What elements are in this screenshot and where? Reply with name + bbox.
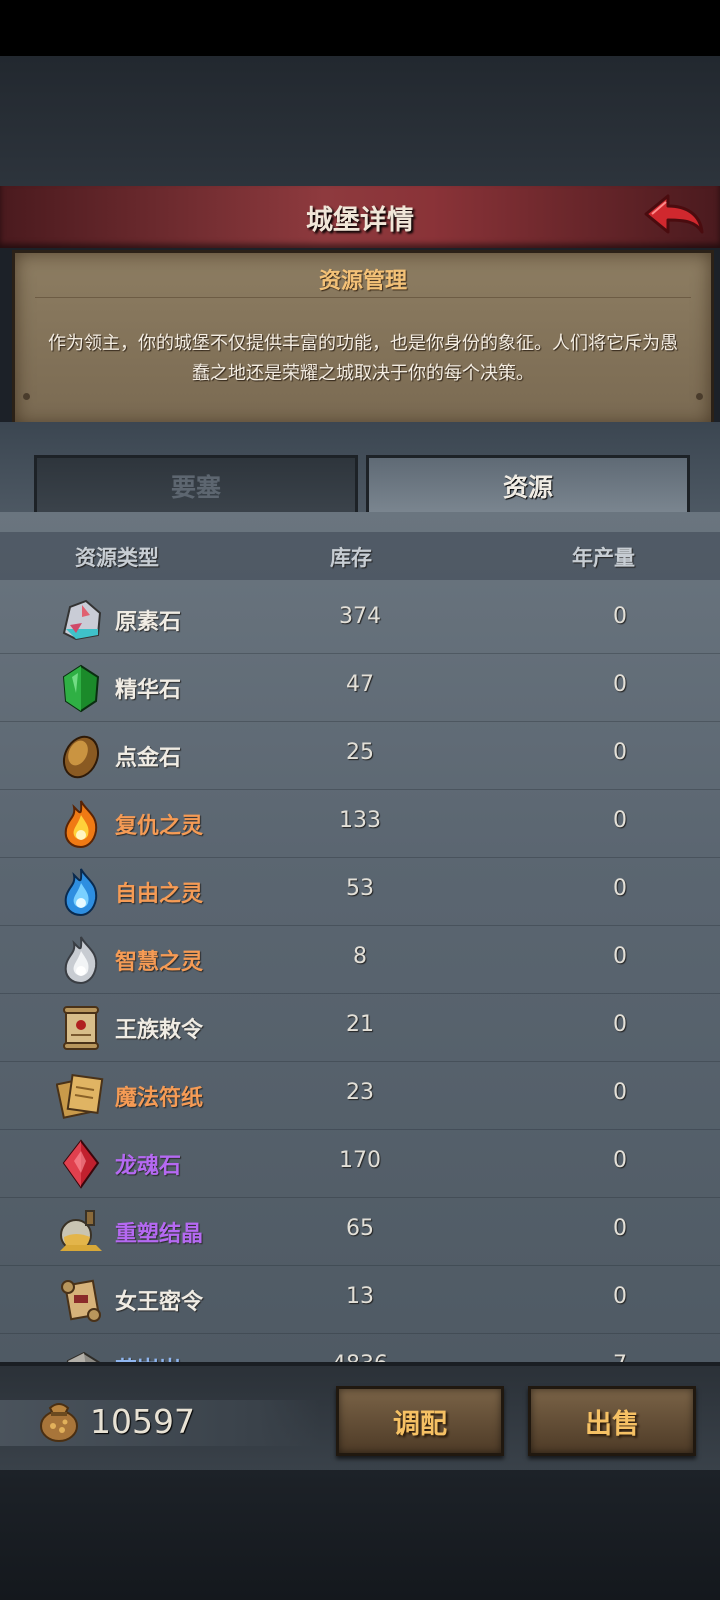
golden-egg-stone-icon (56, 731, 106, 781)
resource-stock: 53 (346, 876, 374, 901)
resource-stock: 13 (346, 1284, 374, 1309)
resource-name: 智慧之灵 (115, 950, 204, 975)
table-row[interactable]: 重塑结晶 65 0 (0, 1198, 720, 1266)
header-annual-production: 年产量 (572, 546, 635, 570)
info-panel: 资源管理 作为领主，你的城堡不仅提供丰富的功能，也是你身份的象征。人们将它斥为愚… (12, 250, 714, 428)
table-header: 资源类型 库存 年产量 (0, 532, 720, 580)
status-bar-area (0, 0, 720, 56)
resource-stock: 65 (346, 1216, 374, 1241)
back-arrow-icon[interactable] (642, 192, 706, 244)
resource-stock: 8 (353, 944, 367, 969)
resource-name: 原素石 (115, 610, 182, 635)
bolt-decoration (696, 393, 703, 400)
resource-stock: 47 (346, 672, 374, 697)
tab-resources[interactable]: 资源 (366, 455, 690, 517)
resource-name: 女王密令 (115, 1290, 204, 1315)
crystal-flask-icon (56, 1207, 106, 1257)
table-row[interactable]: 王族敕令 21 0 (0, 994, 720, 1062)
resource-stock: 4836 (300, 1352, 420, 1362)
resource-annual-production: 0 (613, 1080, 627, 1105)
magic-paper-icon (55, 1071, 106, 1121)
table-row[interactable]: 龙魂石 170 0 (0, 1130, 720, 1198)
resource-annual-production: 0 (613, 876, 627, 901)
resource-name: 龙魂石 (115, 1154, 182, 1179)
info-title: 资源管理 (318, 269, 407, 294)
resource-annual-production: 0 (613, 672, 627, 697)
background-wall (0, 56, 720, 186)
resource-name: 王族敕令 (115, 1018, 204, 1043)
resource-name: 花岗岩 (115, 1352, 181, 1362)
bottom-bar: 10597 调配 出售 (0, 1362, 720, 1474)
resource-annual-production: 0 (613, 1012, 627, 1037)
table-row[interactable]: 女王密令 13 0 (0, 1266, 720, 1334)
divider (35, 297, 691, 298)
sell-button[interactable]: 出售 (528, 1386, 696, 1456)
title-bar: 城堡详情 (0, 186, 720, 248)
queen-scroll-icon (56, 1275, 106, 1325)
table-row[interactable]: 魔法符纸 23 0 (0, 1062, 720, 1130)
gold-amount: 10597 (90, 1402, 195, 1441)
resource-stock: 25 (346, 740, 374, 765)
info-description: 作为领主，你的城堡不仅提供丰富的功能，也是你身份的象征。人们将它斥为愚蠢之地还是… (48, 333, 678, 384)
allocate-button[interactable]: 调配 (336, 1386, 504, 1456)
resource-name: 复仇之灵 (115, 814, 204, 839)
resource-name: 自由之灵 (115, 882, 204, 907)
resource-annual-production: 7 (570, 1352, 670, 1362)
white-flame-icon (56, 935, 106, 985)
red-gem-icon (56, 1139, 106, 1189)
page-title: 城堡详情 (306, 205, 414, 236)
resource-name: 点金石 (115, 746, 182, 771)
table-row[interactable]: 点金石 25 0 (0, 722, 720, 790)
resource-stock: 21 (346, 1012, 374, 1037)
granite-rock-icon (56, 1343, 106, 1362)
orange-flame-icon (56, 799, 106, 849)
resource-list[interactable]: 原素石 374 0 精华石 47 0 点金石 25 0 复仇之灵 133 0 自由之灵 53 0 智慧之灵 8 0… (0, 586, 720, 1362)
resource-name: 魔法符纸 (115, 1086, 204, 1111)
resource-annual-production: 0 (613, 1148, 627, 1173)
table-row[interactable]: 精华石 47 0 (0, 654, 720, 722)
table-row[interactable]: 自由之灵 53 0 (0, 858, 720, 926)
table-row[interactable]: 花岗岩 4836 7 (0, 1334, 720, 1362)
resource-table: 资源类型 库存 年产量 原素石 374 0 精华石 47 0 点金石 25 0 复仇之灵 133 0 自… (0, 512, 720, 1362)
gold-sack-icon (40, 1403, 78, 1442)
resource-name: 精华石 (115, 678, 182, 703)
bolt-decoration (23, 393, 30, 400)
resource-stock: 374 (339, 604, 381, 629)
resource-stock: 170 (339, 1148, 381, 1173)
green-crystal-icon (56, 663, 106, 713)
resource-name: 重塑结晶 (115, 1222, 204, 1247)
blue-flame-icon (56, 867, 106, 917)
resource-annual-production: 0 (613, 604, 627, 629)
resource-annual-production: 0 (613, 944, 627, 969)
royal-scroll-icon (56, 1003, 106, 1053)
prism-stone-icon (56, 595, 106, 645)
resource-stock: 133 (339, 808, 381, 833)
header-stock: 库存 (330, 546, 372, 570)
header-resource-type: 资源类型 (75, 546, 159, 570)
resource-stock: 23 (346, 1080, 374, 1105)
table-row[interactable]: 原素石 374 0 (0, 586, 720, 654)
resource-annual-production: 0 (613, 1216, 627, 1241)
background-floor (0, 1470, 720, 1600)
tab-fortress[interactable]: 要塞 (34, 455, 358, 517)
table-row[interactable]: 复仇之灵 133 0 (0, 790, 720, 858)
table-row[interactable]: 智慧之灵 8 0 (0, 926, 720, 994)
resource-annual-production: 0 (613, 808, 627, 833)
resource-annual-production: 0 (613, 1284, 627, 1309)
resource-annual-production: 0 (613, 740, 627, 765)
